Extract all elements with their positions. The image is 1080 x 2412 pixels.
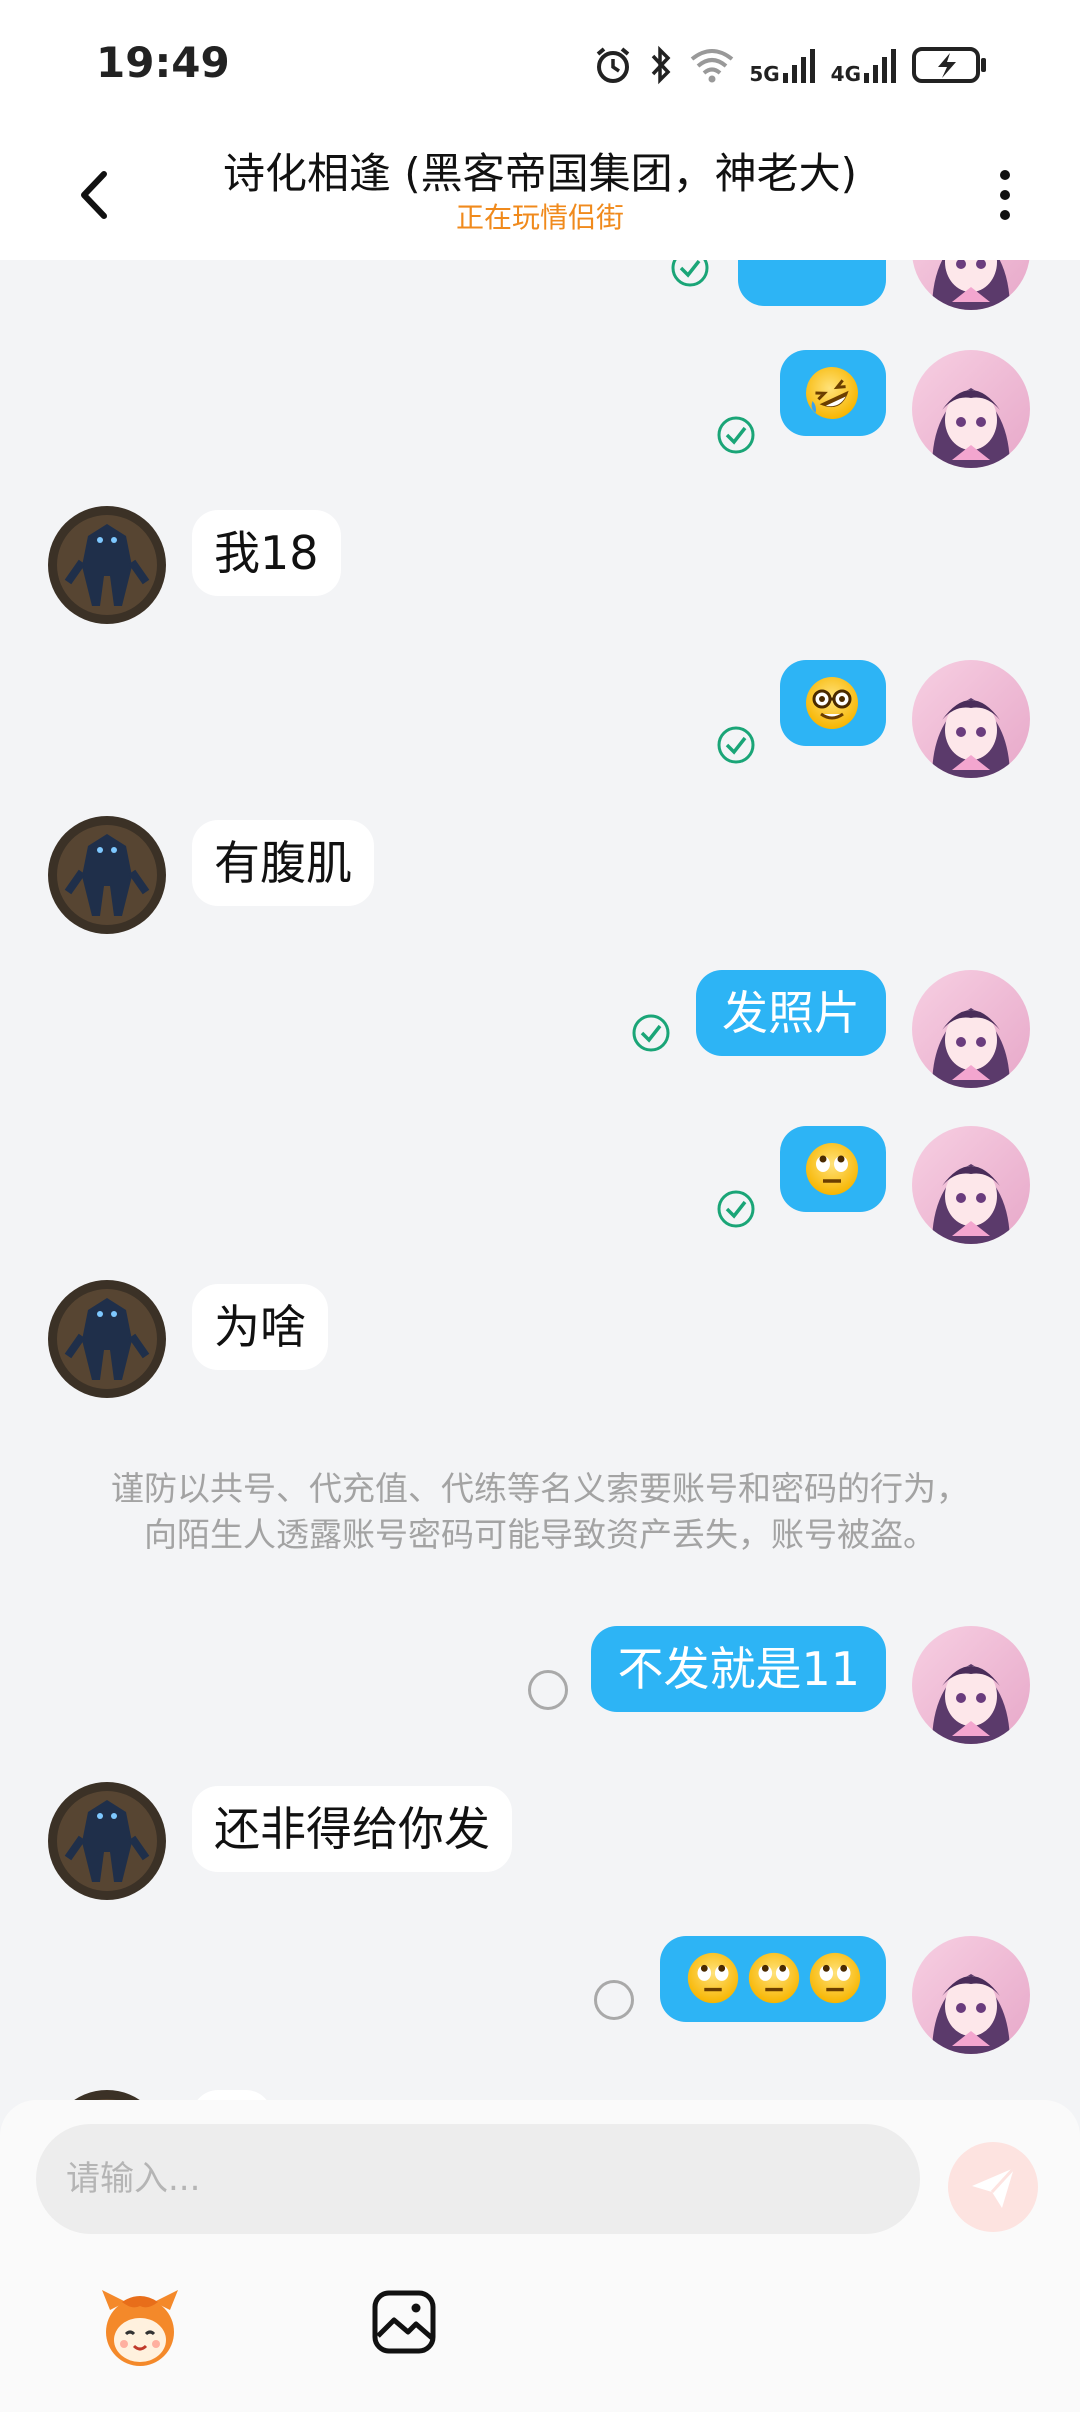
mascot-button[interactable] [92,2280,188,2376]
status-icons: 5G 4G [593,40,988,90]
avatar-me-image [912,350,1030,468]
more-options-button[interactable] [990,160,1020,230]
message-bubble-cropped[interactable] [738,260,886,306]
safety-notice-line-2: 向陌生人透露账号密码可能导致资产丢失，账号被盗。 [144,1515,936,1554]
chat-subtitle: 正在玩情侣街 [455,201,624,234]
read-check-icon [632,1014,670,1052]
eye-roll-emoji-icon [687,1952,739,2004]
avatar-other-image [48,1782,166,1900]
avatar-me[interactable] [912,1126,1030,1244]
avatar-other[interactable] [48,1280,166,1398]
avatar-me[interactable] [912,660,1030,778]
message-input[interactable] [36,2124,920,2234]
signal-bars-icon [782,49,815,83]
avatar-other-image [48,1280,166,1398]
more-vertical-icon [1000,170,1010,220]
avatar-me[interactable] [912,260,1030,310]
chat-messages[interactable]: 我18 有腹肌 发照片 为啥 谨防以共号、代充值、代练等名义索要账号和密码的行为… [0,260,1080,2100]
status-bar: 19:49 5G 4G [0,0,1080,130]
message-bubble-other[interactable]: 还非得给你发 [192,1786,512,1872]
wifi-icon [691,49,734,83]
avatar-other-image [48,2090,166,2100]
rolling-laughing-emoji-icon [806,367,858,419]
input-panel [0,2100,1080,2412]
avatar-me[interactable] [912,350,1030,468]
safety-notice: 谨防以共号、代充值、代练等名义索要账号和密码的行为， 向陌生人透露账号密码可能导… [60,1466,1020,1558]
alarm-icon [597,47,630,83]
avatar-me-image [912,970,1030,1088]
read-check-icon [717,416,755,454]
pending-circle-icon [594,1980,634,2020]
avatar-me[interactable] [912,1936,1030,2054]
avatar-other[interactable] [48,816,166,934]
signal-bars-icon [864,49,896,83]
avatar-me-image [912,1126,1030,1244]
bluetooth-icon [652,45,671,85]
avatar-other-image [48,506,166,624]
avatar-me[interactable] [912,1626,1030,1744]
message-bubble-other[interactable]: 我18 [192,510,341,596]
read-check-icon [717,1190,755,1228]
signal-5g: 5G [749,47,816,86]
avatar-me-image [912,260,1030,310]
avatar-me[interactable] [912,970,1030,1088]
mascot-icon [102,2290,178,2366]
avatar-me-image [912,1626,1030,1744]
image-icon [372,2290,436,2354]
read-check-icon [671,260,709,287]
chat-header: 诗化相逢 (黑客帝国集团，神老大) 正在玩情侣街 [0,130,1080,260]
pending-circle-icon [528,1670,568,1710]
eye-roll-emoji-icon [809,1952,861,2004]
nerd-face-emoji-icon [806,677,858,729]
message-bubble-other[interactable]: 为啥 [192,1284,328,1370]
eye-roll-emoji-icon [806,1143,858,1195]
message-bubble-me[interactable]: 不发就是11 [591,1626,886,1712]
avatar-other[interactable] [48,2090,166,2100]
message-bubble-cropped[interactable] [192,2090,272,2100]
safety-notice-line-1: 谨防以共号、代充值、代练等名义索要账号和密码的行为， [111,1469,969,1508]
message-bubble-me[interactable]: 发照片 [696,970,886,1056]
chat-title: 诗化相逢 (黑客帝国集团，神老大) [222,149,858,198]
eye-roll-emoji-icon [748,1952,800,2004]
avatar-other-image [48,816,166,934]
battery-charging-icon [912,47,986,83]
avatar-me-image [912,1936,1030,2054]
avatar-other[interactable] [48,1782,166,1900]
signal-4g: 4G [830,47,898,86]
message-bubble-other[interactable]: 有腹肌 [192,820,374,906]
net-5g-label: 5G [749,62,780,86]
read-check-icon [717,726,755,764]
avatar-other[interactable] [48,506,166,624]
net-4g-label: 4G [830,62,861,86]
send-icon [972,2166,1016,2208]
send-button[interactable] [948,2142,1038,2232]
status-time: 19:49 [96,38,230,87]
image-button[interactable] [370,2288,438,2356]
avatar-me-image [912,660,1030,778]
